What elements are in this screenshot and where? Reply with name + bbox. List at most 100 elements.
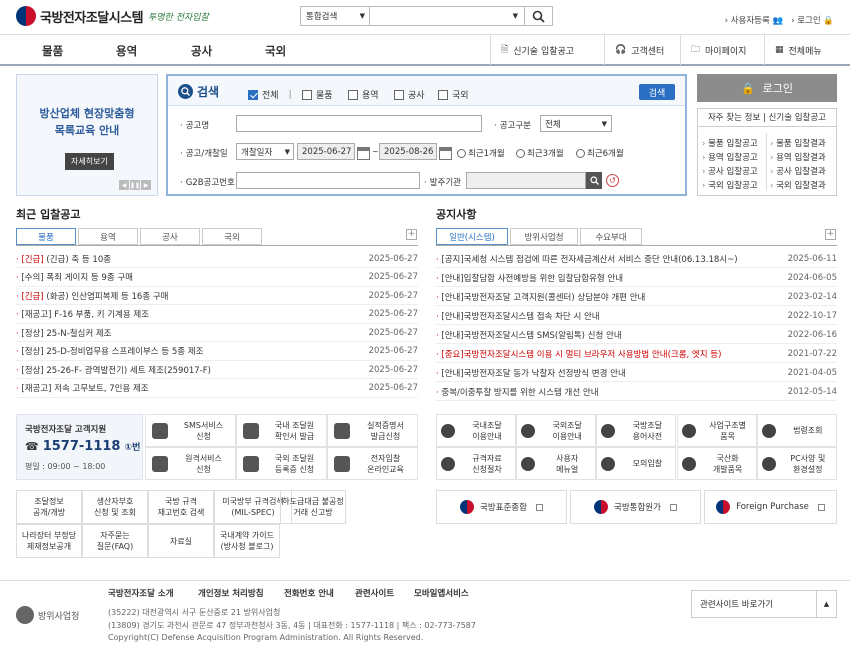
promo-banner[interactable]: 방산업체 현장맞춤형 목록교육 안내 자세히보기 ◀ ❚❚ ▶ <box>16 74 158 196</box>
bids-tab-overseas[interactable]: 국외 <box>202 228 262 245</box>
register-link[interactable]: › 사용자등록 👥 <box>725 14 784 26</box>
prev-icon[interactable]: ◀ <box>119 180 129 190</box>
banner-detail-button[interactable]: 자세히보기 <box>65 153 114 170</box>
guide-link[interactable]: 국외조달 이용안내 <box>516 414 597 447</box>
gnb-service[interactable]: 용역 <box>116 43 137 59</box>
guide-link[interactable]: 국내조달 이용안내 <box>436 414 516 447</box>
new-tech-bid-link[interactable]: 🗎 신기술 입찰공고 <box>490 35 584 65</box>
search-input[interactable]: ▼ <box>370 6 525 26</box>
notices-tab-units[interactable]: 수요부대 <box>580 228 642 245</box>
partner-banner[interactable]: 국방통합원가 <box>570 490 701 524</box>
gnb-overseas[interactable]: 국외 <box>265 43 286 59</box>
check-overseas[interactable]: 국외 <box>438 88 469 101</box>
info-link[interactable]: 생산자부호 신청 및 조회 <box>82 490 148 524</box>
notice-row[interactable]: [공지]국세청 시스템 점검에 따른 전자세금계산서 서비스 중단 안내(06.… <box>436 250 837 268</box>
faq-link[interactable]: 국외 입찰공고 <box>702 179 758 191</box>
footer-link-about[interactable]: 국방전자조달 소개 <box>108 587 174 599</box>
notices-more-icon[interactable]: + <box>825 229 836 240</box>
related-sites-select[interactable]: 관련사이트 바로가기 ▲ <box>691 590 837 618</box>
info-link[interactable]: 국방 규격 재고번호 검색 <box>148 490 214 524</box>
date-kind-select[interactable]: 개찰일자 ▼ <box>236 143 294 160</box>
bid-type-select[interactable]: 전체 ▼ <box>540 115 612 132</box>
agency-input[interactable] <box>466 172 586 189</box>
info-link[interactable]: 자료실 <box>148 524 214 558</box>
calendar-icon[interactable] <box>439 145 452 161</box>
search-submit-button[interactable]: 검색 <box>639 84 675 100</box>
service-link[interactable]: 국외 조달원 등록증 신청 <box>236 447 327 480</box>
faq-link[interactable]: 공사 입찰결과 <box>770 165 826 177</box>
guide-link[interactable]: 규격자료 신청절차 <box>436 447 516 480</box>
notice-row[interactable]: [안내]국방전자조달 동가 낙찰자 선정방식 변경 안내 2021-04-05 <box>436 364 837 382</box>
faq-link[interactable]: 공사 입찰공고 <box>702 165 758 177</box>
date-from-input[interactable]: 2025-06-27 <box>297 143 355 160</box>
info-link[interactable]: 나라장터 부정당 제재정보공개 <box>16 524 82 558</box>
site-logo[interactable]: 국방전자조달시스템 <box>40 7 144 26</box>
guide-link[interactable]: PC사양 및 환경설정 <box>756 447 837 480</box>
pause-icon[interactable]: ❚❚ <box>130 180 140 190</box>
check-goods[interactable]: 물품 <box>302 88 333 101</box>
info-link[interactable]: 자주묻는 질문(FAQ) <box>82 524 148 558</box>
gnb-goods[interactable]: 물품 <box>42 43 63 59</box>
agency-search-button[interactable] <box>586 172 602 189</box>
notices-tab-dapa[interactable]: 방위사업청 <box>510 228 578 245</box>
footer-link-phone[interactable]: 전화번호 안내 <box>284 587 334 599</box>
bid-row[interactable]: [수의] 폭죄 게이지 등 9종 구매 2025-06-27 <box>16 269 418 287</box>
faq-link[interactable]: 용역 입찰결과 <box>770 151 826 163</box>
bids-tab-goods[interactable]: 물품 <box>16 228 76 245</box>
radio-3month[interactable]: 최근3개월 <box>516 147 564 159</box>
bids-more-icon[interactable]: + <box>406 229 417 240</box>
check-service[interactable]: 용역 <box>348 88 379 101</box>
check-all[interactable]: 전체 | <box>248 88 292 101</box>
gnb-construction[interactable]: 공사 <box>191 43 212 59</box>
bid-name-input[interactable] <box>236 115 482 132</box>
guide-link[interactable]: 법령조회 <box>756 414 837 447</box>
faq-link[interactable]: 국외 입찰결과 <box>770 179 826 191</box>
faq-link[interactable]: 물품 입찰결과 <box>770 137 826 149</box>
faq-link[interactable]: 용역 입찰공고 <box>702 151 758 163</box>
guide-link[interactable]: 국산화 개발품목 <box>676 447 757 480</box>
bid-row[interactable]: [긴급] (화공) 인산염피복제 등 16종 구매 2025-06-27 <box>16 287 418 305</box>
footer-link-privacy[interactable]: 개인정보 처리방침 <box>198 587 264 599</box>
info-link[interactable]: 국내계약 가이드 (방사청 블로그) <box>214 524 280 558</box>
bid-row[interactable]: [재공고] F-16 부품, 키 기계용 제조 2025-06-27 <box>16 306 418 324</box>
service-link[interactable]: 국내 조달원 확인서 발급 <box>236 414 327 447</box>
service-link[interactable]: 원격서비스 신청 <box>145 447 236 480</box>
mypage-link[interactable]: 🗀 마이페이지 <box>680 35 756 65</box>
info-link[interactable]: 하도급대금 불공정 거래 신고방 <box>280 490 346 524</box>
bid-row[interactable]: [정상] 25-26-F- 광역발전기) 세트 제조(259017-F) 2025… <box>16 361 418 379</box>
g2b-number-input[interactable] <box>236 172 420 189</box>
info-link[interactable]: 조달정보 공개/개방 <box>16 490 82 524</box>
calendar-icon[interactable] <box>357 145 370 161</box>
login-link[interactable]: › 로그인 🔒 <box>791 14 834 26</box>
bid-row[interactable]: [정상] 25-N-철심커 제조 2025-06-27 <box>16 324 418 342</box>
next-icon[interactable]: ▶ <box>141 180 151 190</box>
radio-1month[interactable]: 최근1개월 <box>457 147 505 159</box>
footer-link-related[interactable]: 관련사이트 <box>355 587 394 599</box>
guide-link[interactable]: 사용자 메뉴얼 <box>516 447 597 480</box>
date-to-input[interactable]: 2025-08-26 <box>379 143 437 160</box>
faq-link[interactable]: 물품 입찰공고 <box>702 137 758 149</box>
logo-icon[interactable] <box>16 6 36 26</box>
radio-6month[interactable]: 최근6개월 <box>576 147 624 159</box>
service-link[interactable]: 실적증명서 발급신청 <box>327 414 418 447</box>
reset-icon[interactable]: ↺ <box>606 174 619 187</box>
service-link[interactable]: 전자입찰 온라인교육 <box>327 447 418 480</box>
bids-tab-construction[interactable]: 공사 <box>140 228 200 245</box>
bid-row[interactable]: [정상] 25-D-정비업무용 스프레이부스 등 5종 제조 2025-06-27 <box>16 343 418 361</box>
login-button[interactable]: 🔒 로그인 <box>697 74 837 102</box>
notice-row[interactable]: [안내]입찰담합 사전예방을 위한 입찰담합유형 안내 2024-06-05 <box>436 269 837 287</box>
bid-row[interactable]: [긴급] (긴급) 축 등 10종 2025-06-27 <box>16 250 418 268</box>
all-menu-link[interactable]: ▦ 전체메뉴 <box>764 35 832 65</box>
guide-link[interactable]: 국방조달 용어사전 <box>596 414 677 447</box>
check-construction[interactable]: 공사 <box>394 88 425 101</box>
partner-banner[interactable]: 국방표준종합 <box>436 490 567 524</box>
notice-row[interactable]: [안내]국방전자조달시스템 접속 차단 시 안내 2022-10-17 <box>436 307 837 325</box>
service-link[interactable]: SMS서비스 신청 <box>145 414 236 447</box>
bid-row[interactable]: [재공고] 저속 고무보트, 7인용 제조 2025-06-27 <box>16 380 418 398</box>
notice-row[interactable]: [중요]국방전자조달시스템 이용 시 멀티 브라우저 사용방법 안내(크롬, 엣… <box>436 345 837 363</box>
partner-banner[interactable]: Foreign Purchase <box>704 490 837 524</box>
bids-tab-service[interactable]: 용역 <box>78 228 138 245</box>
guide-link[interactable]: 사업구조별 품목 <box>676 414 757 447</box>
customer-center-link[interactable]: 🎧 고객센터 <box>604 35 674 65</box>
search-button[interactable] <box>525 6 553 26</box>
